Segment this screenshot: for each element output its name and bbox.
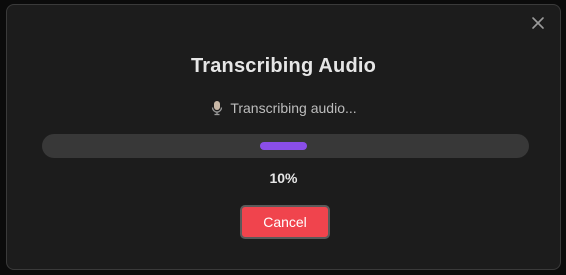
progress-percent: 10% (269, 170, 298, 186)
close-button[interactable] (530, 15, 546, 31)
microphone-icon (212, 101, 223, 116)
transcription-dialog: Transcribing Audio Transcribing audio...… (6, 4, 561, 270)
dialog-title: Transcribing Audio (190, 55, 377, 77)
status-line: Transcribing audio... (7, 100, 560, 116)
close-icon (532, 17, 544, 29)
status-text: Transcribing audio... (230, 100, 357, 116)
progress-fill (260, 142, 307, 150)
cancel-button[interactable]: Cancel (240, 205, 330, 239)
progress-track (42, 134, 529, 158)
